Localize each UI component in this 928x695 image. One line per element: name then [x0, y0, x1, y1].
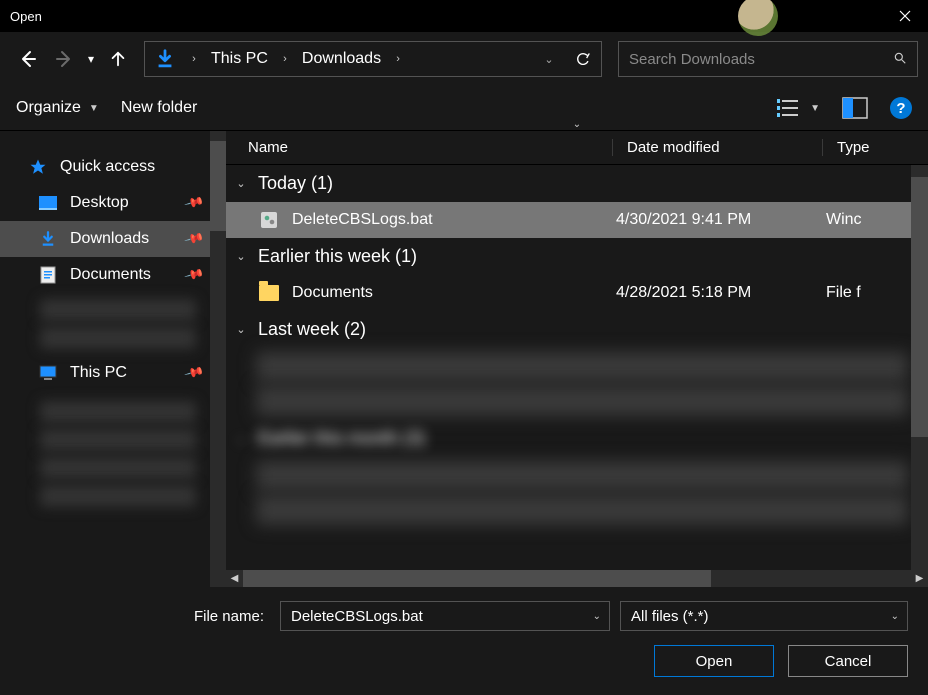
refresh-button[interactable]	[565, 51, 601, 67]
sort-caret-icon: ⌄	[573, 119, 581, 130]
file-date: 4/28/2021 5:18 PM	[606, 284, 816, 302]
sidebar-item-label: This PC	[70, 364, 127, 382]
help-button[interactable]: ?	[890, 97, 912, 119]
forward-button[interactable]	[46, 41, 82, 77]
downloads-icon	[38, 229, 58, 249]
footer: File name: DeleteCBSLogs.bat ⌄ All files…	[0, 587, 928, 695]
sidebar-item-label: Desktop	[70, 194, 129, 212]
desktop-icon	[38, 193, 58, 213]
sidebar-item-documents[interactable]: Documents 📌	[0, 257, 226, 293]
window-title: Open	[10, 9, 42, 24]
scroll-left-icon[interactable]: ◀	[226, 573, 243, 584]
file-name: DeleteCBSLogs.bat	[292, 211, 433, 229]
file-row[interactable]: Documents 4/28/2021 5:18 PM File f	[226, 275, 928, 311]
sidebar-item-this-pc[interactable]: This PC 📌	[0, 355, 226, 391]
column-date[interactable]: ⌄Date modified	[612, 139, 822, 156]
group-label: Today (1)	[258, 173, 333, 194]
chevron-down-icon: ⌄	[234, 177, 248, 190]
sidebar-item-desktop[interactable]: Desktop 📌	[0, 185, 226, 221]
scroll-right-icon[interactable]: ▶	[911, 573, 928, 584]
sidebar-scrollbar[interactable]	[210, 131, 226, 587]
column-type[interactable]: Type	[822, 139, 928, 156]
sidebar-item-label: Downloads	[70, 230, 149, 248]
pin-icon: 📌	[183, 264, 205, 286]
chevron-down-icon: ⌄	[234, 250, 248, 263]
search-input[interactable]	[629, 51, 893, 68]
search-box[interactable]	[618, 41, 918, 77]
breadcrumb-downloads[interactable]: Downloads	[294, 50, 389, 68]
downloads-location-icon	[145, 48, 185, 70]
file-list: Name ⌄Date modified Type ⌄ Today (1) Del…	[226, 131, 928, 587]
sidebar-quick-access[interactable]: Quick access	[0, 149, 226, 185]
redacted-file-row	[256, 461, 908, 491]
up-button[interactable]	[100, 41, 136, 77]
group-label: Earlier this week (1)	[258, 246, 417, 267]
sidebar-item-label: Documents	[70, 266, 151, 284]
filename-value: DeleteCBSLogs.bat	[291, 608, 423, 625]
toolbar: Organize ▼ New folder ▼ ?	[0, 86, 928, 130]
redacted-file-row	[256, 352, 908, 382]
search-icon[interactable]	[893, 51, 907, 68]
group-redacted[interactable]: ⌄Earlier this month (3)	[226, 420, 928, 457]
redacted-sidebar-item	[40, 401, 196, 423]
cancel-button[interactable]: Cancel	[788, 645, 908, 677]
redacted-file-row	[256, 386, 908, 416]
horizontal-scrollbar[interactable]: ◀ ▶	[226, 570, 928, 587]
organize-label: Organize	[16, 99, 81, 117]
this-pc-icon	[38, 363, 58, 383]
column-headers[interactable]: Name ⌄Date modified Type	[226, 131, 928, 165]
pin-icon: 📌	[183, 192, 205, 214]
navigation-bar: ▾ › This PC › Downloads › ⌄	[0, 32, 928, 86]
chevron-down-icon: ⌄	[234, 323, 248, 336]
pin-icon: 📌	[183, 362, 205, 384]
breadcrumb-dropdown[interactable]: ⌄	[533, 53, 565, 66]
chevron-right-icon[interactable]: ›	[389, 53, 407, 65]
view-options-button[interactable]: ▼	[776, 97, 820, 119]
organize-button[interactable]: Organize ▼	[16, 99, 99, 117]
breadcrumb-bar[interactable]: › This PC › Downloads › ⌄	[144, 41, 602, 77]
filename-label: File name:	[20, 608, 270, 625]
caret-down-icon: ▼	[810, 103, 820, 114]
file-name: Documents	[292, 284, 373, 302]
file-date: 4/30/2021 9:41 PM	[606, 211, 816, 229]
redacted-sidebar-item	[40, 457, 196, 479]
group-last-week[interactable]: ⌄ Last week (2)	[226, 311, 928, 348]
batch-file-icon	[258, 209, 280, 231]
breadcrumb-this-pc[interactable]: This PC	[203, 50, 276, 68]
group-today[interactable]: ⌄ Today (1)	[226, 165, 928, 202]
vertical-scrollbar[interactable]	[911, 165, 928, 570]
group-label: Last week (2)	[258, 319, 366, 340]
redacted-sidebar-item	[40, 299, 196, 321]
redacted-file-row	[256, 495, 908, 525]
column-name[interactable]: Name	[226, 139, 612, 156]
sidebar-item-downloads[interactable]: Downloads 📌	[0, 221, 226, 257]
new-folder-button[interactable]: New folder	[121, 99, 197, 117]
star-icon	[28, 157, 48, 177]
caret-down-icon: ▼	[89, 103, 99, 114]
file-type-filter[interactable]: All files (*.*) ⌄	[620, 601, 908, 631]
file-row[interactable]: DeleteCBSLogs.bat 4/30/2021 9:41 PM Winc	[226, 202, 928, 238]
chevron-right-icon[interactable]: ›	[276, 53, 294, 65]
sidebar-heading-label: Quick access	[60, 158, 155, 176]
pin-icon: 📌	[183, 228, 205, 250]
caret-down-icon[interactable]: ⌄	[891, 611, 899, 622]
chevron-right-icon[interactable]: ›	[185, 53, 203, 65]
open-button[interactable]: Open	[654, 645, 774, 677]
group-earlier-this-week[interactable]: ⌄ Earlier this week (1)	[226, 238, 928, 275]
filter-value: All files (*.*)	[631, 608, 709, 625]
titlebar: Open	[0, 0, 928, 32]
sidebar: Quick access Desktop 📌 Downloads 📌	[0, 131, 226, 587]
filename-combo[interactable]: DeleteCBSLogs.bat ⌄	[280, 601, 610, 631]
close-button[interactable]	[882, 0, 928, 32]
caret-down-icon[interactable]: ⌄	[593, 611, 601, 622]
preview-pane-button[interactable]	[842, 97, 868, 119]
documents-icon	[38, 265, 58, 285]
redacted-sidebar-item	[40, 327, 196, 349]
back-button[interactable]	[10, 41, 46, 77]
recent-locations-button[interactable]: ▾	[82, 41, 100, 77]
folder-icon	[258, 282, 280, 304]
redacted-sidebar-item	[40, 485, 196, 507]
new-folder-label: New folder	[121, 99, 197, 117]
redacted-sidebar-item	[40, 429, 196, 451]
